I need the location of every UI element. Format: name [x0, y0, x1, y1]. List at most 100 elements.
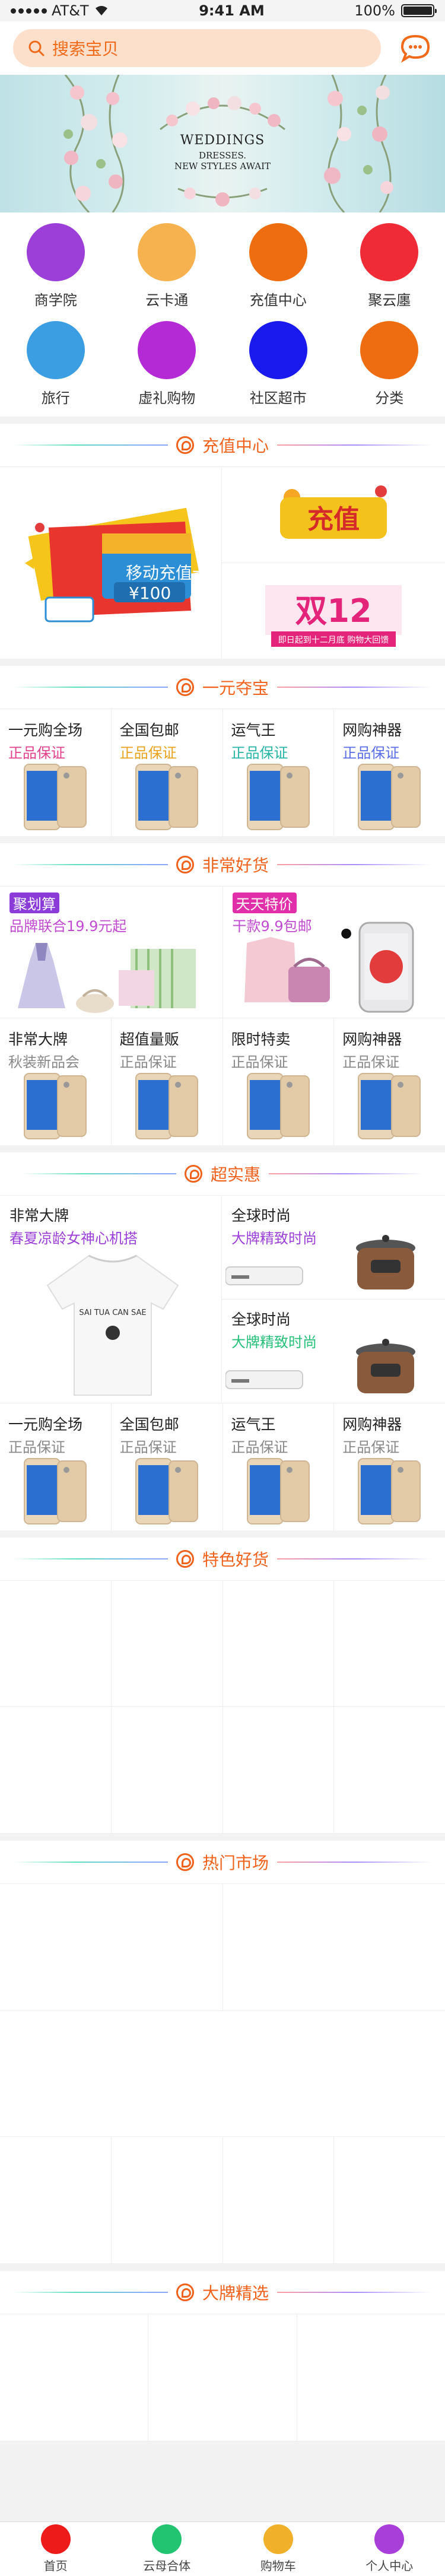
menu-icon: [138, 321, 196, 379]
recharge-promo-2[interactable]: 双12 即日起到十二月底 购物大回馈: [222, 563, 445, 659]
section-title-text: 一元夺宝: [202, 678, 269, 698]
product-cell[interactable]: 网购神器 正品保证: [334, 709, 445, 836]
product-sub: 正品保证: [342, 1439, 400, 1456]
tese-cell[interactable]: [223, 1581, 335, 1706]
product-name: 网购神器: [342, 1416, 402, 1433]
product-cell[interactable]: 全国包邮 正品保证: [112, 709, 223, 836]
product-cell[interactable]: 一元购全场 正品保证: [0, 709, 112, 836]
menu-item[interactable]: 云卡通: [112, 223, 223, 315]
remen-cell[interactable]: [0, 1884, 223, 2010]
product-cell[interactable]: 网购神器 正品保证: [334, 1018, 445, 1145]
phone-image: [358, 1458, 395, 1524]
menu-icon: [249, 223, 307, 281]
tese-cell[interactable]: [334, 1581, 445, 1706]
chaoshi-global-card-1[interactable]: 全球时尚 大牌精致时尚: [222, 1196, 445, 1300]
section-icon: [176, 436, 194, 454]
tese-cell[interactable]: [0, 1581, 112, 1706]
tab-3[interactable]: 个人中心: [334, 2522, 445, 2576]
chaoshi-r1-title: 全球时尚: [231, 1207, 291, 1224]
top-bar: 搜索宝贝: [0, 21, 445, 75]
banner-line2: DRESSES.: [198, 150, 247, 161]
menu-item[interactable]: 商学院: [0, 223, 112, 315]
recharge-card-banner[interactable]: 移动充值卡 ¥100: [0, 467, 222, 659]
product-cell[interactable]: 非常大牌 秋装新品会: [0, 1018, 112, 1145]
phone-back-image: [391, 1460, 421, 1522]
menu-icon: [26, 223, 85, 281]
category-menu: 商学院 云卡通 充值中心 聚云廛旅行 虚礼购物 社区超市 分类: [0, 212, 445, 417]
dapai-cell[interactable]: [148, 2314, 297, 2441]
divider-line: [277, 1558, 431, 1559]
tese-cell[interactable]: [0, 1707, 112, 1833]
menu-label: 云卡通: [145, 292, 189, 309]
divider-line: [13, 1862, 168, 1863]
chaoshi-brand-card[interactable]: 非常大牌 春夏凉龄女神心机搭 SAI TUA CAN SAE: [0, 1196, 222, 1403]
product-cell[interactable]: 超值量贩 正品保证: [112, 1018, 223, 1145]
menu-icon: [138, 223, 196, 281]
tab-2[interactable]: 购物车: [223, 2522, 334, 2576]
section-title-yiyuan: 一元夺宝: [0, 666, 445, 709]
product-cell[interactable]: 限时特卖 正品保证: [223, 1018, 335, 1145]
tese-cell[interactable]: [223, 1707, 335, 1833]
recharge-promo-image: 充值: [280, 485, 387, 539]
remen-cell[interactable]: [0, 2137, 112, 2263]
juhuasuan-product-image: [18, 943, 196, 1013]
product-cell[interactable]: 运气王 正品保证: [223, 1403, 335, 1530]
menu-label: 社区超市: [249, 390, 307, 406]
status-time: 9:41 AM: [199, 2, 265, 19]
remen-cell[interactable]: [0, 2011, 445, 2136]
phone-image: [358, 1073, 395, 1139]
remen-cell[interactable]: [334, 2137, 445, 2263]
apple-icon: ●: [341, 926, 352, 941]
tese-grid: [0, 1580, 445, 1834]
tese-cell[interactable]: [334, 1707, 445, 1833]
menu-item[interactable]: 充值中心: [223, 223, 334, 315]
product-sub: 正品保证: [119, 745, 177, 761]
tab-label: 云母合体: [143, 2559, 191, 2573]
wifi-icon: [95, 6, 107, 15]
menu-item[interactable]: 旅行: [0, 321, 112, 413]
tab-label: 首页: [43, 2559, 68, 2573]
phone-image: [24, 1073, 61, 1139]
tab-1[interactable]: 云母合体: [112, 2522, 223, 2576]
tiantiantejia-card[interactable]: 天天特价 干款9.9包邮 ●: [223, 887, 445, 1018]
search-input[interactable]: 搜索宝贝: [13, 29, 381, 67]
product-cell[interactable]: 网购神器 正品保证: [334, 1403, 445, 1530]
product-name: 全国包邮: [119, 1416, 179, 1433]
product-cell[interactable]: 运气王 正品保证: [223, 709, 335, 836]
menu-item[interactable]: 虚礼购物: [112, 321, 223, 413]
message-icon[interactable]: [399, 31, 432, 65]
product-sub: 秋装新品会: [8, 1054, 80, 1071]
battery-icon: [401, 4, 437, 17]
menu-item[interactable]: 分类: [334, 321, 445, 413]
tab-icon: [374, 2524, 405, 2554]
remen-cell[interactable]: [223, 1884, 445, 2010]
tese-cell[interactable]: [112, 1707, 223, 1833]
remen-cell[interactable]: [112, 2137, 223, 2263]
page: AT&T 9:41 AM 100% 搜索宝贝 WEDDINGS DRESSES.…: [0, 0, 445, 2576]
product-cell[interactable]: 全国包邮 正品保证: [112, 1403, 223, 1530]
tab-0[interactable]: 首页: [0, 2522, 112, 2576]
section-title-recharge: 充值中心: [0, 424, 445, 466]
product-name: 网购神器: [342, 722, 402, 739]
dapai-cell[interactable]: [0, 2314, 149, 2441]
product-cell[interactable]: 一元购全场 正品保证: [0, 1403, 112, 1530]
chaoshi-global-card-2[interactable]: 全球时尚 大牌精致时尚: [222, 1300, 445, 1403]
tab-icon: [152, 2524, 182, 2554]
remen-cell[interactable]: [223, 2137, 335, 2263]
menu-item[interactable]: 社区超市: [223, 321, 334, 413]
product-sub: 正品保证: [342, 1054, 400, 1071]
svg-text:SAI TUA CAN SAE: SAI TUA CAN SAE: [79, 1308, 146, 1317]
banner[interactable]: WEDDINGS DRESSES. NEW STYLES AWAIT: [0, 75, 445, 212]
tab-label: 购物车: [260, 2559, 296, 2573]
tab-icon: [263, 2524, 293, 2554]
dapai-cell[interactable]: [297, 2314, 445, 2441]
product-name: 超值量贩: [119, 1031, 179, 1048]
product-sub: 正品保证: [8, 745, 65, 761]
menu-label: 充值中心: [249, 292, 307, 309]
menu-item[interactable]: 聚云廛: [334, 223, 445, 315]
product-sub: 正品保证: [231, 1054, 288, 1071]
card-text: 移动充值卡: [126, 563, 209, 583]
juhuasuan-card[interactable]: 聚划算 品牌联合19.9元起: [0, 887, 223, 1018]
tese-cell[interactable]: [112, 1581, 223, 1706]
recharge-promo-1[interactable]: 充值: [222, 467, 445, 563]
